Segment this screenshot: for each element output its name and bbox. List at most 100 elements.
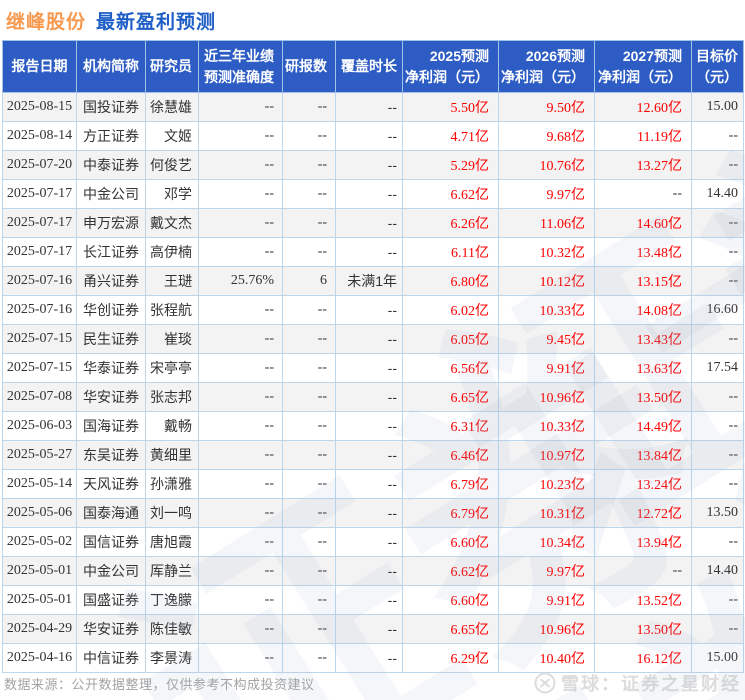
cell-profit-2025: 6.62亿 [402, 179, 499, 209]
cell-profit-2027: 16.12亿 [594, 643, 692, 673]
cell-profit-2025: 6.79亿 [402, 498, 499, 528]
cell-report-count: -- [282, 411, 336, 441]
cell-researcher: 陈佳敏 [145, 614, 199, 644]
cell-profit-2026: 10.31亿 [498, 498, 595, 528]
table-body: 2025-08-15 国投证券 徐慧雄 -- -- -- 5.50亿 9.50亿 12.60亿 1… [2, 92, 744, 673]
cell-report-date: 2025-04-29 [2, 614, 77, 644]
cell-report-count: -- [282, 556, 336, 586]
table-row: 2025-05-01 国盛证券 丁逸朦 -- -- -- 6.60亿 9.91亿 13.52亿 -… [2, 585, 744, 615]
cell-profit-2027: 14.60亿 [594, 208, 692, 238]
column-header-profit-2027: 2027预测 净利润（元） [594, 40, 692, 93]
column-header-report-count: 研报数 [282, 40, 336, 93]
cell-profit-2025: 6.65亿 [402, 382, 499, 412]
cell-target-price: 14.40 [691, 556, 744, 586]
cell-profit-2025: 6.79亿 [402, 469, 499, 499]
cell-profit-2027: 13.63亿 [594, 353, 692, 383]
cell-report-date: 2025-05-02 [2, 527, 77, 557]
cell-org-name: 华安证券 [76, 614, 146, 644]
table-row: 2025-05-27 东吴证券 黄细里 -- -- -- 6.46亿 10.97亿 13.84亿… [2, 440, 744, 470]
cell-profit-2027: 13.50亿 [594, 614, 692, 644]
cell-report-date: 2025-05-27 [2, 440, 77, 470]
cell-org-name: 国盛证券 [76, 585, 146, 615]
cell-accuracy: -- [198, 324, 283, 354]
column-header-target-price: 目标价 （元） [691, 40, 744, 93]
cell-accuracy: -- [198, 643, 283, 673]
cell-profit-2025: 6.80亿 [402, 266, 499, 296]
cell-target-price: -- [691, 237, 744, 267]
cell-profit-2026: 10.96亿 [498, 382, 595, 412]
table-row: 2025-05-06 国泰海通 刘一鸣 -- -- -- 6.79亿 10.31亿 12.72亿… [2, 498, 744, 528]
cell-profit-2027: 13.84亿 [594, 440, 692, 470]
cell-profit-2027: 13.24亿 [594, 469, 692, 499]
cell-profit-2026: 10.12亿 [498, 266, 595, 296]
cell-profit-2026: 11.06亿 [498, 208, 595, 238]
xueqiu-logo-icon [534, 672, 556, 694]
cell-report-count: -- [282, 179, 336, 209]
cell-profit-2027: -- [594, 556, 692, 586]
cell-researcher: 文姬 [145, 121, 199, 151]
page: 继峰股份 最新盈利预测 报告日期 机构简称 研究员 近三年业绩 预测准确度 研报数 覆盖时长 2… [0, 0, 745, 700]
table-row: 2025-05-02 国信证券 唐旭霞 -- -- -- 6.60亿 10.34亿 13.94亿… [2, 527, 744, 557]
cell-report-count: -- [282, 382, 336, 412]
cell-accuracy: -- [198, 92, 283, 122]
cell-target-price: -- [691, 150, 744, 180]
cell-coverage: -- [335, 585, 403, 615]
cell-report-count: -- [282, 353, 336, 383]
forecast-table: 报告日期 机构简称 研究员 近三年业绩 预测准确度 研报数 覆盖时长 2025预测 净利润（元）… [2, 40, 744, 673]
cell-profit-2026: 10.33亿 [498, 295, 595, 325]
cell-report-date: 2025-07-20 [2, 150, 77, 180]
cell-target-price: -- [691, 469, 744, 499]
cell-researcher: 张志邦 [145, 382, 199, 412]
cell-coverage: -- [335, 411, 403, 441]
cell-coverage: -- [335, 382, 403, 412]
cell-coverage: -- [335, 440, 403, 470]
cell-target-price: 16.60 [691, 295, 744, 325]
cell-accuracy: -- [198, 440, 283, 470]
cell-profit-2026: 10.23亿 [498, 469, 595, 499]
cell-org-name: 中金公司 [76, 556, 146, 586]
cell-accuracy: -- [198, 469, 283, 499]
cell-report-count: -- [282, 614, 336, 644]
cell-profit-2027: 14.08亿 [594, 295, 692, 325]
cell-report-date: 2025-08-15 [2, 92, 77, 122]
cell-profit-2027: 13.50亿 [594, 382, 692, 412]
cell-report-count: -- [282, 643, 336, 673]
cell-researcher: 邓学 [145, 179, 199, 209]
cell-researcher: 高伊楠 [145, 237, 199, 267]
table-row: 2025-08-14 方正证券 文姬 -- -- -- 4.71亿 9.68亿 11.19亿 -- [2, 121, 744, 151]
cell-coverage: -- [335, 353, 403, 383]
cell-target-price: -- [691, 585, 744, 615]
column-header-accuracy: 近三年业绩 预测准确度 [198, 40, 283, 93]
cell-accuracy: -- [198, 498, 283, 528]
cell-report-date: 2025-05-14 [2, 469, 77, 499]
cell-org-name: 国泰海通 [76, 498, 146, 528]
cell-profit-2027: 14.49亿 [594, 411, 692, 441]
table-row: 2025-07-15 华泰证券 宋亭亭 -- -- -- 6.56亿 9.91亿 13.63亿 1… [2, 353, 744, 383]
stock-name: 继峰股份 [6, 12, 87, 33]
cell-profit-2027: 13.94亿 [594, 527, 692, 557]
cell-profit-2026: 10.97亿 [498, 440, 595, 470]
cell-profit-2025: 6.60亿 [402, 527, 499, 557]
cell-report-date: 2025-08-14 [2, 121, 77, 151]
cell-profit-2027: 13.48亿 [594, 237, 692, 267]
cell-report-count: -- [282, 121, 336, 151]
table-row: 2025-07-20 中泰证券 何俊艺 -- -- -- 5.29亿 10.76亿 13.27亿… [2, 150, 744, 180]
cell-target-price: -- [691, 527, 744, 557]
cell-accuracy: -- [198, 585, 283, 615]
page-title: 继峰股份 最新盈利预测 [0, 0, 745, 40]
cell-org-name: 华泰证券 [76, 353, 146, 383]
cell-target-price: 15.00 [691, 643, 744, 673]
cell-report-count: -- [282, 585, 336, 615]
cell-report-date: 2025-07-08 [2, 382, 77, 412]
cell-report-date: 2025-07-17 [2, 208, 77, 238]
cell-report-count: -- [282, 208, 336, 238]
cell-researcher: 王琎 [145, 266, 199, 296]
cell-accuracy: -- [198, 556, 283, 586]
cell-target-price: -- [691, 411, 744, 441]
cell-accuracy: 25.76% [198, 266, 283, 296]
cell-org-name: 中泰证券 [76, 150, 146, 180]
cell-researcher: 唐旭霞 [145, 527, 199, 557]
cell-profit-2025: 6.60亿 [402, 585, 499, 615]
cell-profit-2025: 6.65亿 [402, 614, 499, 644]
cell-profit-2026: 10.32亿 [498, 237, 595, 267]
